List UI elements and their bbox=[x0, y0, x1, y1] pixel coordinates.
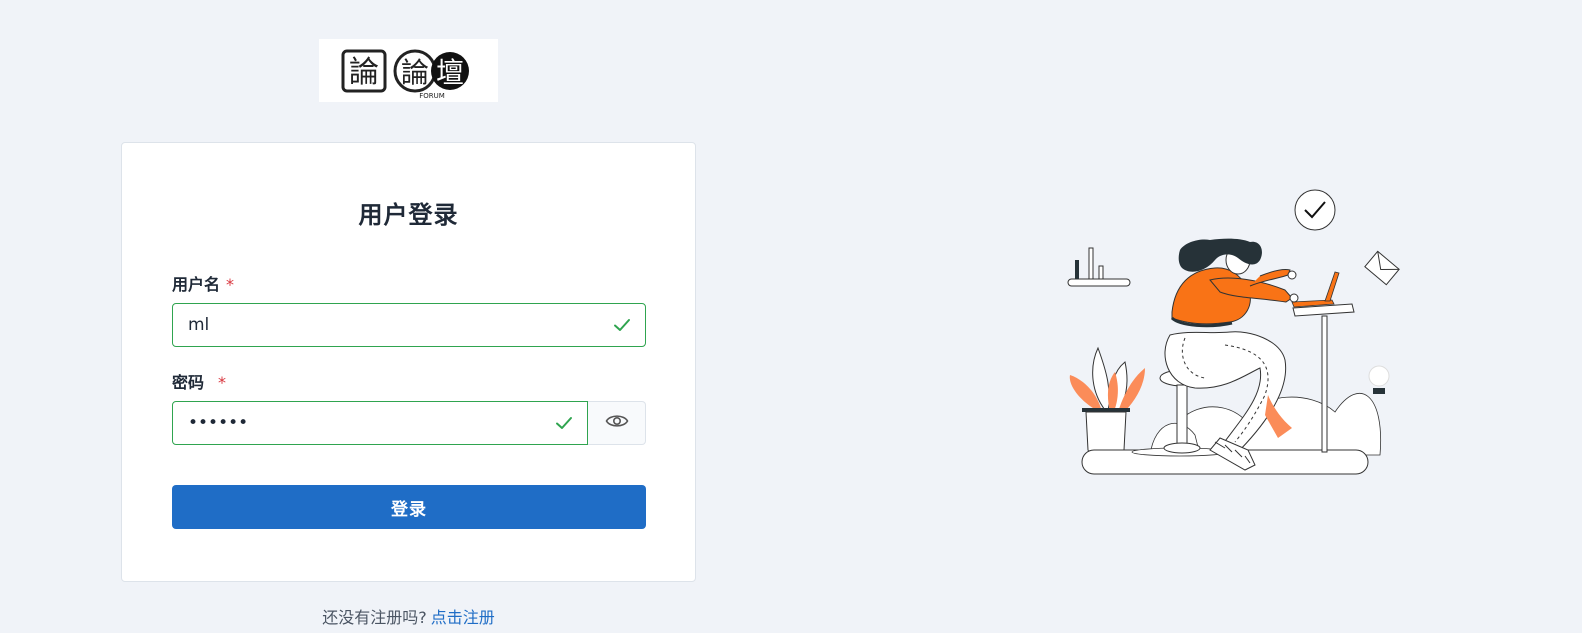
logo-graphic: 論 論 壇 FORUM bbox=[341, 49, 469, 100]
register-prompt-text: 还没有注册吗? bbox=[322, 608, 427, 627]
required-mark: * bbox=[226, 275, 235, 294]
password-label-text: 密码 bbox=[172, 373, 205, 392]
password-input[interactable] bbox=[173, 402, 553, 444]
password-label: 密码 * bbox=[172, 369, 226, 393]
check-icon bbox=[553, 412, 575, 434]
site-logo: 論 論 壇 FORUM bbox=[319, 39, 498, 102]
username-label: 用户名 * bbox=[172, 271, 234, 295]
password-field[interactable] bbox=[172, 401, 588, 445]
eye-icon bbox=[605, 412, 629, 434]
logo-char-2: 論 bbox=[401, 56, 429, 89]
logo-caption: FORUM bbox=[419, 92, 445, 100]
register-link[interactable]: 点击注册 bbox=[431, 608, 495, 627]
required-mark: * bbox=[218, 373, 227, 392]
username-field[interactable] bbox=[172, 303, 646, 347]
logo-char-1: 論 bbox=[349, 55, 379, 90]
toggle-password-button[interactable] bbox=[588, 401, 646, 445]
register-prompt: 还没有注册吗? 点击注册 bbox=[121, 604, 696, 628]
username-label-text: 用户名 bbox=[172, 275, 221, 294]
page-title: 用户登录 bbox=[358, 201, 459, 229]
logo-char-3: 壇 bbox=[436, 56, 464, 89]
login-illustration bbox=[1067, 189, 1400, 475]
username-input[interactable] bbox=[173, 304, 611, 346]
login-button[interactable]: 登录 bbox=[172, 485, 646, 529]
login-card: 用户登录 用户名 * 密码 * 登录 bbox=[121, 142, 696, 582]
check-icon bbox=[611, 314, 633, 336]
